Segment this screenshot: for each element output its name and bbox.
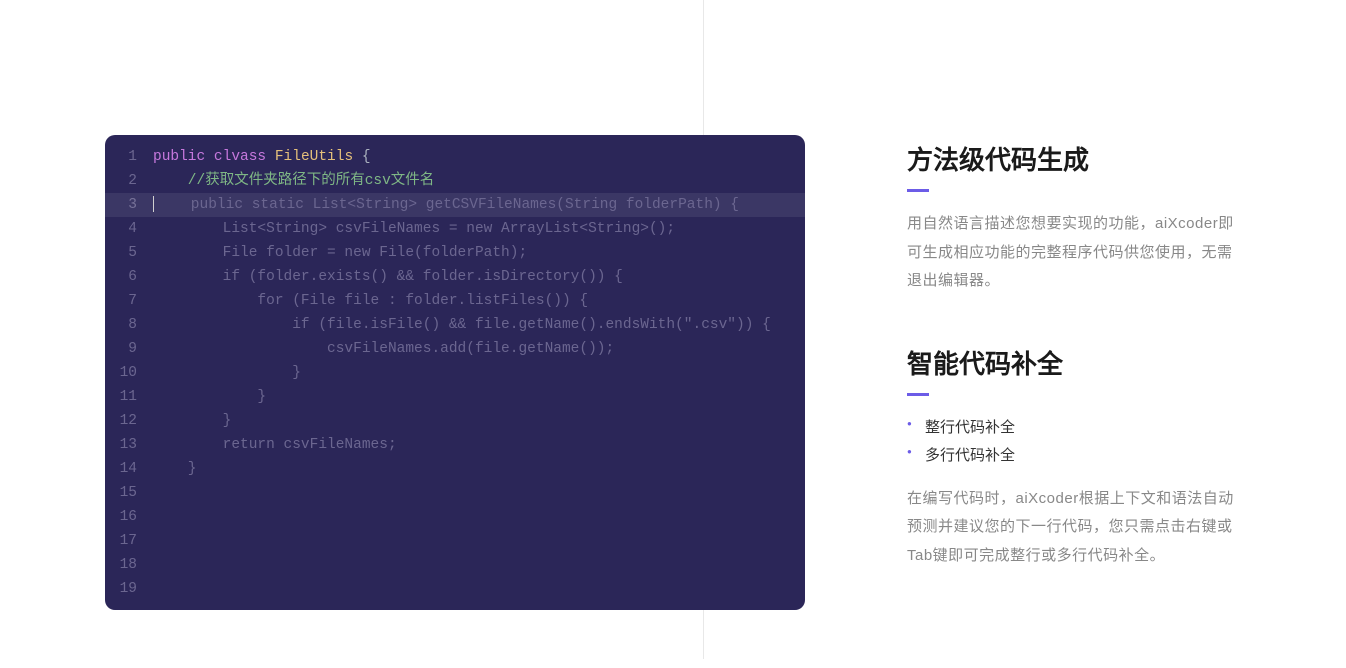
code-line: } xyxy=(153,457,805,481)
code-line: if (file.isFile() && file.getName().ends… xyxy=(153,313,805,337)
code-line: } xyxy=(153,361,805,385)
line-number: 10 xyxy=(105,361,137,385)
code-line: csvFileNames.add(file.getName()); xyxy=(153,337,805,361)
line-number: 8 xyxy=(105,313,137,337)
code-line-suggestion: public static List<String> getCSVFileNam… xyxy=(105,193,805,217)
code-line: File folder = new File(folderPath); xyxy=(153,241,805,265)
feature-bullet-list: 整行代码补全 多行代码补全 xyxy=(907,414,1241,471)
code-editor-panel: 1 2 3 4 5 6 7 8 9 10 11 12 13 14 15 16 1… xyxy=(105,135,805,610)
line-number: 5 xyxy=(105,241,137,265)
cursor-icon xyxy=(153,196,154,212)
code-body[interactable]: public clvass FileUtils { //获取文件夹路径下的所有c… xyxy=(145,145,805,601)
line-number: 4 xyxy=(105,217,137,241)
line-number: 14 xyxy=(105,457,137,481)
code-line: } xyxy=(153,385,805,409)
line-number: 11 xyxy=(105,385,137,409)
line-number: 15 xyxy=(105,481,137,505)
feature-title: 智能代码补全 xyxy=(907,344,1241,381)
line-number: 2 xyxy=(105,169,137,193)
line-number: 7 xyxy=(105,289,137,313)
line-number: 13 xyxy=(105,433,137,457)
line-number: 19 xyxy=(105,577,137,601)
code-line: //获取文件夹路径下的所有csv文件名 xyxy=(153,169,805,193)
code-line: } xyxy=(153,409,805,433)
code-line: for (File file : folder.listFiles()) { xyxy=(153,289,805,313)
code-line: List<String> csvFileNames = new ArrayLis… xyxy=(153,217,805,241)
feature-description: 用自然语言描述您想要实现的功能，aiXcoder即可生成相应功能的完整程序代码供… xyxy=(907,210,1241,296)
main-container: 1 2 3 4 5 6 7 8 9 10 11 12 13 14 15 16 1… xyxy=(0,0,1346,668)
title-underline xyxy=(907,393,929,396)
line-number: 1 xyxy=(105,145,137,169)
title-underline xyxy=(907,189,929,192)
feature-completion: 智能代码补全 整行代码补全 多行代码补全 在编写代码时，aiXcoder根据上下… xyxy=(907,344,1241,571)
code-line: public clvass FileUtils { xyxy=(153,145,805,169)
line-number: 12 xyxy=(105,409,137,433)
feature-title: 方法级代码生成 xyxy=(907,140,1241,177)
bullet-item: 整行代码补全 xyxy=(907,414,1241,443)
code-line: return csvFileNames; xyxy=(153,433,805,457)
feature-codegen: 方法级代码生成 用自然语言描述您想要实现的功能，aiXcoder即可生成相应功能… xyxy=(907,140,1241,296)
features-panel: 方法级代码生成 用自然语言描述您想要实现的功能，aiXcoder即可生成相应功能… xyxy=(855,135,1241,618)
line-number: 16 xyxy=(105,505,137,529)
bullet-item: 多行代码补全 xyxy=(907,442,1241,471)
line-number: 17 xyxy=(105,529,137,553)
feature-description: 在编写代码时，aiXcoder根据上下文和语法自动预测并建议您的下一行代码，您只… xyxy=(907,485,1241,571)
line-number: 9 xyxy=(105,337,137,361)
line-number: 6 xyxy=(105,265,137,289)
line-number: 18 xyxy=(105,553,137,577)
code-line: if (folder.exists() && folder.isDirector… xyxy=(153,265,805,289)
